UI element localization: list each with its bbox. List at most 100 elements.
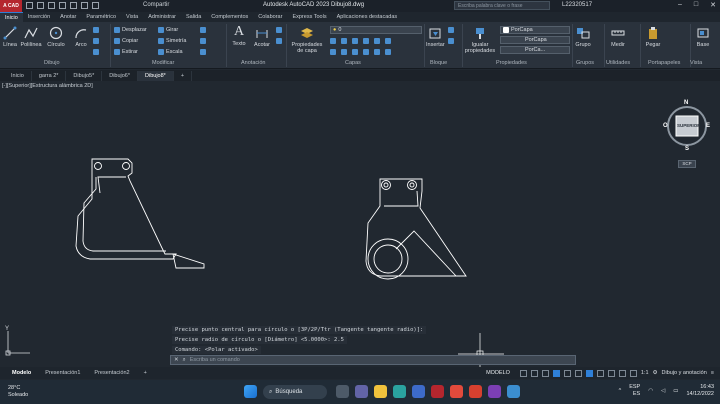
customize-icon[interactable]: ≡ xyxy=(711,370,714,376)
tab-anotar[interactable]: Anotar xyxy=(55,12,81,22)
user-account[interactable]: L22320517 xyxy=(562,2,592,8)
snap-icon[interactable] xyxy=(530,369,538,377)
paste-button[interactable]: Pegar xyxy=(644,26,662,48)
doc-tab-inicio[interactable]: Inicio xyxy=(4,71,32,81)
model-space-button[interactable]: MODELO xyxy=(486,370,510,376)
layer-tool-icon[interactable] xyxy=(363,49,369,55)
layer-tool-icon[interactable] xyxy=(385,49,391,55)
tab-salida[interactable]: Salida xyxy=(181,12,206,22)
block-tool-1[interactable] xyxy=(448,27,454,33)
save-icon[interactable] xyxy=(48,2,55,9)
layer-tool-icon[interactable] xyxy=(352,38,358,44)
object-snap-icon[interactable] xyxy=(585,369,593,377)
scale-button[interactable]: Escala xyxy=(158,49,183,55)
layer-tool-icon[interactable] xyxy=(363,38,369,44)
lineweight-icon[interactable] xyxy=(596,369,604,377)
tab-parametrico[interactable]: Paramétrico xyxy=(81,12,121,22)
claw-drawing-left[interactable] xyxy=(75,158,205,269)
app-icon[interactable] xyxy=(488,385,501,398)
compass-west[interactable]: O xyxy=(663,123,668,129)
taskbar-search[interactable]: ⌕ Búsqueda xyxy=(263,385,327,399)
base-view-button[interactable]: Base xyxy=(694,26,712,48)
rotate-button[interactable]: Girar xyxy=(158,27,178,33)
wifi-icon[interactable]: ◠ xyxy=(648,388,653,394)
file-explorer-icon[interactable] xyxy=(374,385,387,398)
tray-chevron-icon[interactable]: ^ xyxy=(619,388,622,394)
clock[interactable]: 16:43 14/12/2022 xyxy=(686,384,714,398)
dimension-button[interactable]: Acotar xyxy=(251,26,273,48)
application-menu-button[interactable]: A CAD xyxy=(0,0,22,12)
tab-vista[interactable]: Vista xyxy=(121,12,143,22)
layer-tool-icon[interactable] xyxy=(330,38,336,44)
trim-button[interactable] xyxy=(200,27,206,33)
new-tab-icon[interactable]: + xyxy=(174,71,193,81)
draw-tool-1[interactable] xyxy=(93,27,99,33)
command-input[interactable]: Escriba un comando xyxy=(190,357,240,363)
grid-icon[interactable] xyxy=(519,369,527,377)
workspace-gear-icon[interactable]: ⚙ xyxy=(653,370,658,376)
annotation-scale[interactable]: 1:1 xyxy=(641,370,649,376)
viewport-controls[interactable]: [-][Superior][Estructura alámbrica 2D] xyxy=(2,83,93,89)
doc-tab-dibujo8[interactable]: Dibujo8* xyxy=(138,71,174,81)
layer-tool-icon[interactable] xyxy=(341,49,347,55)
layer-tool-icon[interactable] xyxy=(352,49,358,55)
chrome-icon[interactable] xyxy=(450,385,463,398)
panel-block-label[interactable]: Bloque xyxy=(430,60,447,66)
new-file-icon[interactable] xyxy=(26,2,33,9)
arc-button[interactable]: Arco xyxy=(72,26,90,48)
mirror-button[interactable]: Simetría xyxy=(158,38,186,44)
viewcube[interactable]: SUPERIOR N S E O xyxy=(662,100,712,156)
edge-icon[interactable] xyxy=(393,385,406,398)
layer-tool-icon[interactable] xyxy=(385,38,391,44)
drawing-canvas[interactable]: Y xyxy=(0,81,720,367)
linetype-dropdown[interactable]: PorCapa xyxy=(500,36,570,44)
panel-draw-label[interactable]: Dibujo xyxy=(44,60,60,66)
teams-icon[interactable] xyxy=(355,385,368,398)
tab-colaborar[interactable]: Colaborar xyxy=(253,12,287,22)
tab-complementos[interactable]: Complementos xyxy=(206,12,253,22)
autocad-icon[interactable] xyxy=(431,385,444,398)
draw-tool-2[interactable] xyxy=(93,38,99,44)
panel-annotation-label[interactable]: Anotación xyxy=(241,60,265,66)
polyline-button[interactable]: Polilínea xyxy=(20,26,42,48)
draw-tool-3[interactable] xyxy=(93,49,99,55)
text-button[interactable]: A Texto xyxy=(230,25,248,48)
doc-tab-dibujo6[interactable]: Dibujo6* xyxy=(102,71,139,81)
panel-properties-label[interactable]: Propiedades xyxy=(496,60,527,66)
match-properties-button[interactable]: Igualar propiedades xyxy=(464,26,496,54)
polar-tracking-icon[interactable] xyxy=(552,369,560,377)
weather-widget[interactable]: 28°C Soleado xyxy=(8,385,28,399)
maximize-icon[interactable]: □ xyxy=(694,1,698,9)
store-icon[interactable] xyxy=(412,385,425,398)
lineweight-dropdown[interactable]: PorCa... xyxy=(500,46,570,54)
open-file-icon[interactable] xyxy=(37,2,44,9)
app-icon[interactable] xyxy=(507,385,520,398)
annotation-tool-2[interactable] xyxy=(276,38,282,44)
minimize-icon[interactable]: – xyxy=(678,1,682,9)
stretch-button[interactable]: Estirar xyxy=(114,49,138,55)
array-button[interactable] xyxy=(200,49,206,55)
close-icon[interactable]: ✕ xyxy=(710,1,716,9)
layer-tool-icon[interactable] xyxy=(330,49,336,55)
claw-drawing-right[interactable] xyxy=(365,178,467,280)
layer-dropdown[interactable]: ● 0 xyxy=(330,26,422,34)
doc-tab-garra2[interactable]: garra 2* xyxy=(32,71,67,81)
insert-block-button[interactable]: Insertar xyxy=(426,26,445,48)
block-tool-2[interactable] xyxy=(448,38,454,44)
layer-properties-button[interactable]: Propiedades de capa xyxy=(290,26,324,54)
print-icon[interactable] xyxy=(70,2,77,9)
compass-north[interactable]: N xyxy=(684,100,688,106)
circle-button[interactable]: Círculo xyxy=(46,26,66,48)
compass-south[interactable]: S xyxy=(685,146,689,152)
isodraft-icon[interactable] xyxy=(563,369,571,377)
layout-tab-model[interactable]: Modelo xyxy=(6,368,37,378)
tab-aplicaciones[interactable]: Aplicaciones destacadas xyxy=(332,12,403,22)
doc-tab-dibujo5[interactable]: Dibujo5* xyxy=(66,71,103,81)
command-line[interactable]: ✕ ⌕ Escriba un comando xyxy=(170,355,576,365)
battery-icon[interactable]: ▭ xyxy=(673,388,678,394)
undo-icon[interactable] xyxy=(81,2,88,9)
tab-inicio[interactable]: Inicio xyxy=(0,12,23,22)
line-button[interactable]: Línea xyxy=(2,26,18,48)
wcs-menu[interactable]: SCP xyxy=(678,160,696,168)
annotation-visibility-icon[interactable] xyxy=(629,369,637,377)
